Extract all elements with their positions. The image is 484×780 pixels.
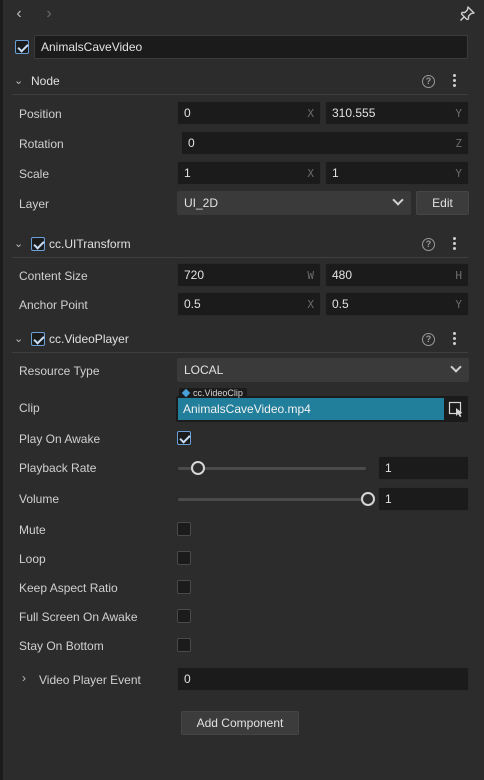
asset-type-tag: cc.VideoClip	[179, 388, 247, 398]
volume-label: Volume	[19, 492, 60, 506]
volume-input[interactable]: 1	[378, 487, 469, 511]
y-axis-label: Y	[455, 107, 462, 120]
resource-type-value: LOCAL	[184, 363, 224, 377]
play-on-awake-checkbox[interactable]	[177, 431, 191, 445]
stay-on-bottom-checkbox[interactable]	[177, 638, 191, 652]
layer-label: Layer	[19, 197, 50, 211]
more-menu-icon[interactable]	[453, 332, 457, 346]
x-axis-label: X	[307, 298, 314, 311]
panel-left-edge	[0, 0, 3, 780]
forward-arrow-icon[interactable]: ›	[40, 4, 58, 24]
node-active-checkbox[interactable]	[15, 40, 29, 54]
position-x-input[interactable]: 0 X	[177, 101, 321, 125]
video-player-event-count: 0	[184, 672, 191, 686]
playback-rate-slider-thumb[interactable]	[191, 461, 205, 475]
more-menu-icon[interactable]	[453, 237, 457, 251]
loop-label: Loop	[19, 552, 46, 566]
position-y-value: 310.555	[332, 106, 376, 120]
volume-slider-track[interactable]	[178, 498, 366, 501]
more-menu-icon[interactable]	[453, 74, 457, 88]
content-width-value: 720	[184, 268, 205, 282]
scale-x-value: 1	[184, 166, 191, 180]
play-on-awake-label: Play On Awake	[19, 432, 101, 446]
scale-y-value: 1	[332, 166, 339, 180]
volume-value: 1	[385, 492, 392, 506]
help-icon[interactable]: ?	[422, 75, 435, 88]
playback-rate-slider-track[interactable]	[178, 467, 366, 470]
chevron-down-icon	[450, 361, 462, 373]
asset-picker-icon[interactable]	[448, 401, 464, 417]
help-icon[interactable]: ?	[422, 333, 435, 346]
node-name-input[interactable]: AnimalsCaveVideo	[34, 35, 468, 59]
w-axis-label: W	[307, 269, 314, 282]
help-icon[interactable]: ?	[422, 238, 435, 251]
mute-label: Mute	[19, 523, 46, 537]
playback-rate-input[interactable]: 1	[378, 456, 469, 480]
mute-checkbox[interactable]	[177, 522, 191, 536]
z-axis-label: Z	[455, 137, 462, 150]
volume-slider-thumb[interactable]	[361, 492, 375, 506]
uitransform-enabled-checkbox[interactable]	[31, 237, 45, 251]
videoplayer-section-header[interactable]: ⌄ cc.VideoPlayer ?	[12, 325, 468, 353]
add-component-button[interactable]: Add Component	[181, 711, 299, 735]
content-height-value: 480	[332, 268, 353, 282]
chevron-down-icon: ⌄	[14, 238, 24, 250]
keep-aspect-ratio-label: Keep Aspect Ratio	[19, 581, 118, 595]
scale-label: Scale	[19, 167, 50, 181]
full-screen-on-awake-checkbox[interactable]	[177, 609, 191, 623]
loop-checkbox[interactable]	[177, 551, 191, 565]
resource-type-label: Resource Type	[19, 364, 100, 378]
chevron-down-icon: ⌄	[14, 333, 24, 345]
anchor-x-input[interactable]: 0.5 X	[177, 292, 321, 316]
resource-type-select[interactable]: LOCAL	[177, 358, 469, 382]
anchor-y-input[interactable]: 0.5 Y	[325, 292, 469, 316]
scale-y-input[interactable]: 1 Y	[325, 161, 469, 185]
rotation-z-value: 0	[188, 136, 195, 150]
section-title: cc.UITransform	[49, 237, 131, 251]
video-player-event-count-input[interactable]: 0	[177, 667, 469, 691]
position-y-input[interactable]: 310.555 Y	[325, 101, 469, 125]
y-axis-label: Y	[455, 167, 462, 180]
content-size-height-input[interactable]: 480 H	[325, 263, 469, 287]
chevron-down-icon: ⌄	[14, 75, 24, 87]
layer-value: UI_2D	[184, 196, 219, 210]
video-player-event-label[interactable]: Video Player Event	[39, 673, 141, 687]
node-section-header[interactable]: ⌄ Node ?	[12, 67, 468, 95]
uitransform-section-header[interactable]: ⌄ cc.UITransform ?	[12, 230, 468, 258]
y-axis-label: Y	[455, 298, 462, 311]
anchor-y-value: 0.5	[332, 297, 349, 311]
playback-rate-value: 1	[385, 461, 392, 475]
back-arrow-icon[interactable]: ‹	[10, 4, 28, 24]
section-title: cc.VideoPlayer	[49, 332, 129, 346]
layer-select[interactable]: UI_2D	[177, 191, 411, 215]
x-axis-label: X	[307, 167, 314, 180]
anchor-point-label: Anchor Point	[19, 298, 88, 312]
content-size-label: Content Size	[19, 269, 88, 283]
clip-asset-input[interactable]: AnimalsCaveVideo.mp4	[178, 398, 444, 420]
scale-x-input[interactable]: 1 X	[177, 161, 321, 185]
position-x-value: 0	[184, 106, 191, 120]
anchor-x-value: 0.5	[184, 297, 201, 311]
videoplayer-enabled-checkbox[interactable]	[31, 332, 45, 346]
h-axis-label: H	[455, 269, 462, 282]
chevron-down-icon	[392, 194, 404, 206]
pin-icon[interactable]	[458, 5, 476, 23]
asset-type-label: cc.VideoClip	[193, 388, 243, 398]
content-size-width-input[interactable]: 720 W	[177, 263, 321, 287]
stay-on-bottom-label: Stay On Bottom	[19, 639, 104, 653]
position-label: Position	[19, 107, 62, 121]
full-screen-on-awake-label: Full Screen On Awake	[19, 610, 138, 624]
playback-rate-label: Playback Rate	[19, 461, 97, 475]
layer-edit-button[interactable]: Edit	[416, 191, 469, 215]
x-axis-label: X	[307, 107, 314, 120]
keep-aspect-ratio-checkbox[interactable]	[177, 580, 191, 594]
clip-label: Clip	[19, 401, 40, 415]
rotation-z-input[interactable]: 0 Z	[181, 131, 469, 155]
rotation-label: Rotation	[19, 137, 64, 151]
video-clip-icon	[181, 388, 191, 398]
chevron-right-icon[interactable]: ›	[22, 671, 26, 685]
section-title: Node	[31, 74, 60, 88]
